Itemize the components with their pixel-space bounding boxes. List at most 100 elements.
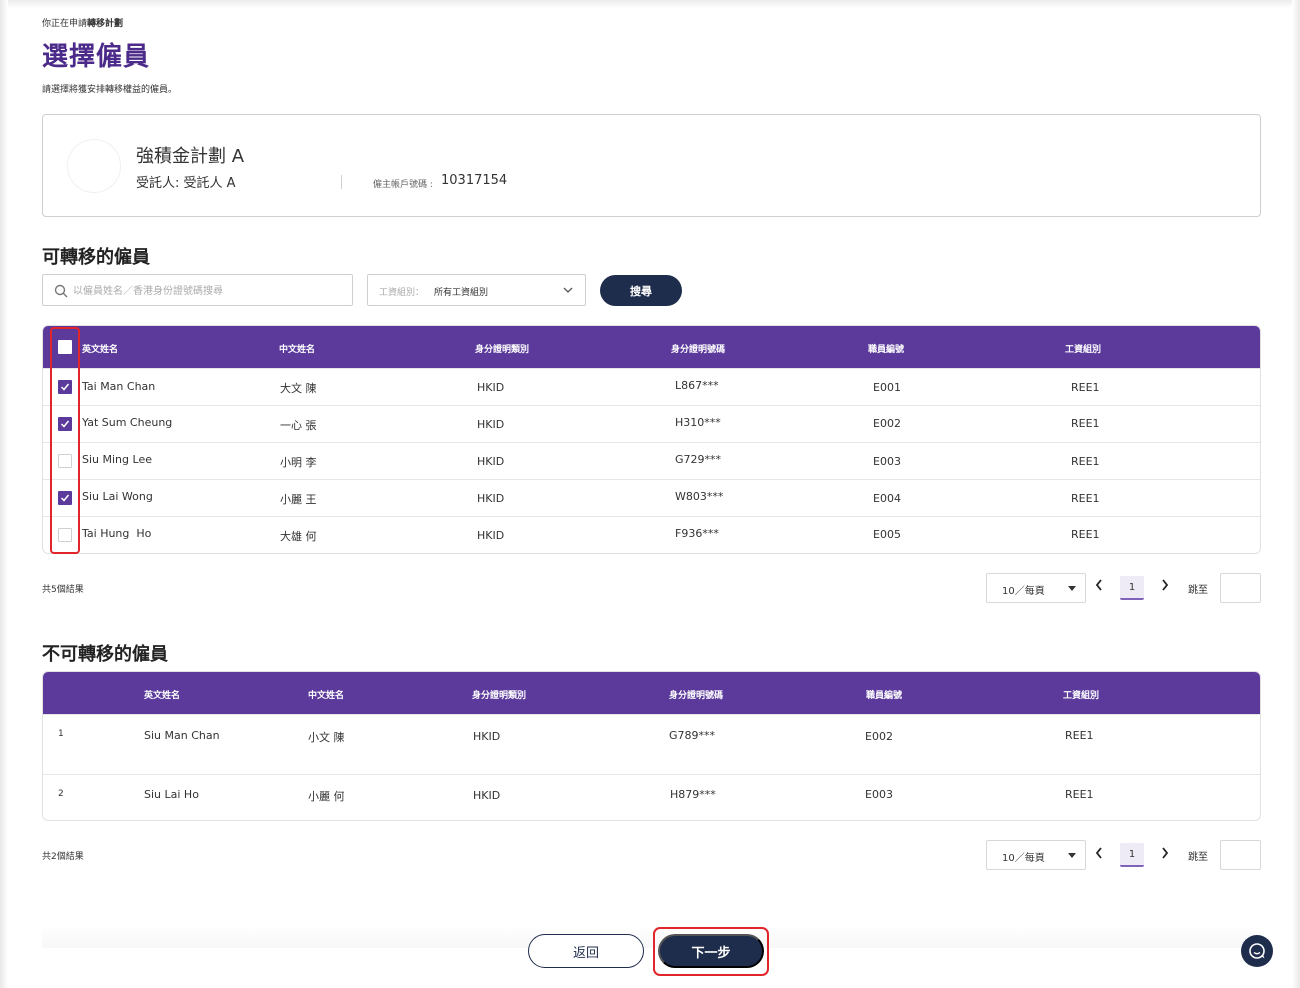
page-size-select[interactable]: 10／每頁 [986, 840, 1086, 870]
page-number-current[interactable]: 1 [1120, 843, 1144, 867]
page-size-value: 10／每頁 [1002, 853, 1045, 864]
chevron-left-icon [1095, 847, 1102, 859]
chevron-down-icon [563, 287, 573, 293]
page-number-current[interactable]: 1 [1120, 576, 1144, 600]
caret-down-icon [1068, 586, 1076, 591]
payroll-group-select[interactable]: 工資組別： 所有工資組別 [367, 274, 586, 306]
chat-icon [1249, 943, 1265, 959]
row-checkbox[interactable] [58, 491, 72, 505]
search-field[interactable] [42, 274, 353, 306]
english-name: Tai Man Chan [82, 380, 156, 393]
jump-to-label: 跳至 [1188, 852, 1208, 863]
page-shadow-top [0, 0, 1300, 8]
jump-to-input[interactable] [1220, 840, 1261, 870]
page-subtitle: 請選擇將獲安排轉移權益的僱員。 [42, 85, 178, 95]
id-number: H310*** [675, 416, 721, 429]
table-row: 1 Siu Man Chan 小文 陳 HKID G789*** E002 RE… [43, 714, 1260, 774]
row-index: 1 [58, 729, 64, 739]
chevron-left-icon [1095, 579, 1102, 591]
breadcrumb-highlight: 轉移計劃 [87, 19, 124, 29]
search-button[interactable]: 搜尋 [600, 275, 682, 306]
plan-trustee: 受託人: 受託人 A [136, 176, 236, 191]
id-number: H879*** [670, 788, 716, 801]
table-row[interactable]: Siu Lai Wong 小麗 王 HKID W803*** E004 REE1 [43, 479, 1260, 516]
id-type: HKID [477, 418, 505, 431]
breadcrumb: 你正在申請轉移計劃 [42, 16, 123, 29]
id-type: HKID [477, 381, 505, 394]
row-checkbox[interactable] [58, 528, 72, 542]
plan-divider [341, 175, 342, 189]
english-name: Siu Lai Wong [82, 490, 153, 503]
table-row[interactable]: Tai Hung Ho 大雄 何 HKID F936*** E005 REE1 [43, 516, 1260, 553]
row-index: 2 [58, 789, 64, 799]
staff-number: E002 [873, 417, 901, 430]
row-checkbox[interactable] [58, 380, 72, 394]
staff-number: E001 [873, 381, 901, 394]
col-id-number: 身分證明號碼 [669, 691, 724, 701]
payroll-group: REE1 [1071, 492, 1100, 505]
chat-button[interactable] [1241, 935, 1273, 967]
chinese-name: 小麗 何 [308, 790, 345, 803]
plan-name: 強積金計劃 A [136, 146, 245, 167]
plan-card: 強積金計劃 A 受託人: 受託人 A 僱主帳戶號碼 : 10317154 [42, 114, 1261, 217]
check-icon [60, 420, 70, 428]
page-title: 選擇僱員 [42, 42, 151, 72]
id-type: HKID [473, 730, 501, 743]
col-id-number: 身分證明號碼 [671, 345, 726, 355]
col-staff-number: 職員編號 [868, 345, 905, 355]
staff-number: E005 [873, 528, 901, 541]
next-step-button[interactable]: 下一步 [658, 934, 764, 968]
payroll-group: REE1 [1065, 788, 1094, 801]
english-name: Siu Man Chan [144, 729, 220, 742]
chinese-name: 大文 陳 [280, 382, 317, 395]
non-transferable-section-title: 不可轉移的僱員 [42, 644, 168, 665]
col-payroll-group: 工資組別 [1063, 691, 1100, 701]
col-payroll-group: 工資組別 [1065, 345, 1102, 355]
table-row[interactable]: Tai Man Chan 大文 陳 HKID L867*** E001 REE1 [43, 368, 1260, 405]
id-type: HKID [477, 492, 505, 505]
check-icon [60, 383, 70, 391]
footer-band [42, 926, 1261, 948]
col-id-type: 身分證明類別 [475, 345, 530, 355]
page-size-value: 10／每頁 [1002, 586, 1045, 597]
row-checkbox[interactable] [58, 454, 72, 468]
staff-number: E003 [865, 788, 893, 801]
page-shadow-right [1292, 0, 1300, 988]
transferable-table: 英文姓名 中文姓名 身分證明類別 身分證明號碼 職員編號 工資組別 Tai Ma… [42, 325, 1261, 554]
account-number-label: 僱主帳戶號碼 : [373, 180, 433, 190]
chevron-right-icon [1162, 579, 1169, 591]
next-page-button[interactable] [1161, 847, 1169, 862]
id-number: G729*** [675, 453, 722, 466]
payroll-group-value: 所有工資組別 [434, 288, 489, 298]
table-row[interactable]: Siu Ming Lee 小明 李 HKID G729*** E003 REE1 [43, 442, 1260, 479]
staff-number: E002 [865, 730, 893, 743]
payroll-group: REE1 [1071, 528, 1100, 541]
jump-to-label: 跳至 [1188, 585, 1208, 596]
col-chinese-name: 中文姓名 [279, 345, 316, 355]
search-input[interactable] [73, 281, 343, 301]
payroll-group: REE1 [1071, 455, 1100, 468]
page-size-select[interactable]: 10／每頁 [986, 573, 1086, 603]
next-page-button[interactable] [1161, 579, 1169, 594]
table-row[interactable]: Yat Sum Cheung 一心 張 HKID H310*** E002 RE… [43, 405, 1260, 442]
col-english-name: 英文姓名 [82, 345, 119, 355]
prev-page-button[interactable] [1095, 579, 1103, 594]
page-shadow-left [0, 0, 8, 988]
id-number: G789*** [669, 729, 716, 742]
id-number: W803*** [675, 490, 724, 503]
jump-to-input[interactable] [1220, 573, 1261, 603]
prev-page-button[interactable] [1095, 847, 1103, 862]
id-number: L867*** [675, 379, 719, 392]
chevron-right-icon [1162, 847, 1169, 859]
english-name: Tai Hung Ho [82, 527, 152, 540]
caret-down-icon [1068, 853, 1076, 858]
row-checkbox[interactable] [58, 417, 72, 431]
back-button[interactable]: 返回 [528, 934, 644, 968]
id-number: F936*** [675, 527, 719, 540]
breadcrumb-prefix: 你正在申請 [42, 19, 88, 29]
table-row: 2 Siu Lai Ho 小麗 何 HKID H879*** E003 REE1 [43, 774, 1260, 820]
select-all-checkbox[interactable] [58, 340, 72, 354]
english-name: Siu Ming Lee [82, 453, 152, 466]
payroll-group-label: 工資組別： [379, 288, 425, 298]
non-transferable-result-count: 共2個結果 [42, 852, 84, 862]
